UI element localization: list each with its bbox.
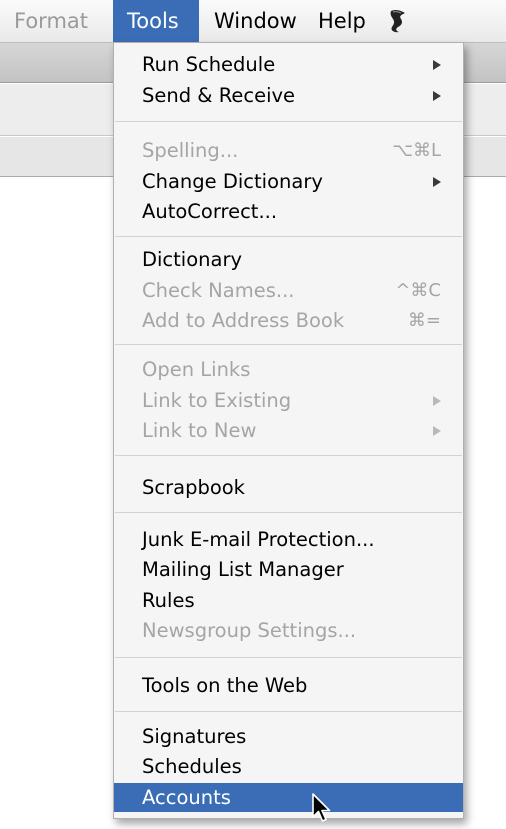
tools-menu: Run Schedule Send & Receive Spelling... … xyxy=(113,42,464,819)
menu-item-label: Schedules xyxy=(142,755,242,778)
menu-item-signatures[interactable]: Signatures xyxy=(114,724,463,750)
submenu-arrow-icon xyxy=(433,91,441,101)
menu-item-label: Link to Existing xyxy=(142,389,292,412)
menu-item-label: Accounts xyxy=(142,786,231,809)
menu-separator xyxy=(115,344,462,345)
menu-item-tools-on-the-web[interactable]: Tools on the Web xyxy=(114,673,463,699)
menu-item-label: Newsgroup Settings... xyxy=(142,619,357,642)
menu-item-label: Dictionary xyxy=(142,248,243,271)
menu-item-schedules[interactable]: Schedules xyxy=(114,754,463,780)
menu-item-scrapbook[interactable]: Scrapbook xyxy=(114,475,463,501)
submenu-arrow-icon xyxy=(433,177,441,187)
menu-item-check-names[interactable]: Check Names... ^⌘C xyxy=(114,278,463,304)
menu-item-label: Change Dictionary xyxy=(142,170,323,193)
shortcut-label: ⌥⌘L xyxy=(392,140,441,161)
menu-separator xyxy=(115,236,462,237)
menu-item-rules[interactable]: Rules xyxy=(114,588,463,614)
menu-item-label: Tools on the Web xyxy=(142,674,308,697)
menu-separator xyxy=(115,657,462,658)
submenu-arrow-icon xyxy=(433,396,441,406)
menu-format[interactable]: Format xyxy=(14,0,88,42)
menu-item-link-to-existing[interactable]: Link to Existing xyxy=(114,388,463,414)
menu-item-open-links[interactable]: Open Links xyxy=(114,357,463,383)
menu-item-label: Run Schedule xyxy=(142,53,276,76)
menu-item-newsgroup-settings[interactable]: Newsgroup Settings... xyxy=(114,618,463,644)
menu-bar: Format Tools Window Help xyxy=(0,0,506,43)
menu-item-label: Mailing List Manager xyxy=(142,558,344,581)
menu-item-label: Junk E-mail Protection... xyxy=(142,528,375,551)
menu-item-label: Open Links xyxy=(142,358,251,381)
menu-item-mailing-list-manager[interactable]: Mailing List Manager xyxy=(114,557,463,583)
submenu-arrow-icon xyxy=(433,60,441,70)
menu-item-label: Scrapbook xyxy=(142,476,245,499)
menu-item-autocorrect[interactable]: AutoCorrect... xyxy=(114,199,463,225)
menu-item-label: Spelling... xyxy=(142,139,239,162)
menu-item-label: Add to Address Book xyxy=(142,309,345,332)
menu-item-spelling[interactable]: Spelling... ⌥⌘L xyxy=(114,138,463,164)
menu-item-dictionary[interactable]: Dictionary xyxy=(114,247,463,273)
menu-item-label: Send & Receive xyxy=(142,84,296,107)
menu-item-label: AutoCorrect... xyxy=(142,200,278,223)
menu-item-label: Link to New xyxy=(142,419,257,442)
menu-window[interactable]: Window xyxy=(214,0,297,42)
mouse-pointer-icon xyxy=(311,793,333,829)
menu-separator xyxy=(115,455,462,456)
applescript-scroll-icon[interactable] xyxy=(386,8,410,38)
menu-item-label: Check Names... xyxy=(142,279,295,302)
menu-item-accounts[interactable]: Accounts xyxy=(114,783,463,812)
menu-item-add-to-address-book[interactable]: Add to Address Book ⌘= xyxy=(114,308,463,334)
menu-item-label: Signatures xyxy=(142,725,247,748)
submenu-arrow-icon xyxy=(433,426,441,436)
menu-item-change-dictionary[interactable]: Change Dictionary xyxy=(114,169,463,195)
menu-help[interactable]: Help xyxy=(318,0,366,42)
menu-separator xyxy=(115,512,462,513)
menu-separator xyxy=(115,121,462,122)
menu-item-junk-email-protection[interactable]: Junk E-mail Protection... xyxy=(114,527,463,553)
menu-item-send-receive[interactable]: Send & Receive xyxy=(114,83,463,109)
menu-item-run-schedule[interactable]: Run Schedule xyxy=(114,52,463,78)
menu-separator xyxy=(115,711,462,712)
shortcut-label: ⌘= xyxy=(407,310,441,331)
shortcut-label: ^⌘C xyxy=(395,280,441,301)
menu-item-link-to-new[interactable]: Link to New xyxy=(114,418,463,444)
menu-tools[interactable]: Tools xyxy=(113,0,199,42)
menu-item-label: Rules xyxy=(142,589,195,612)
